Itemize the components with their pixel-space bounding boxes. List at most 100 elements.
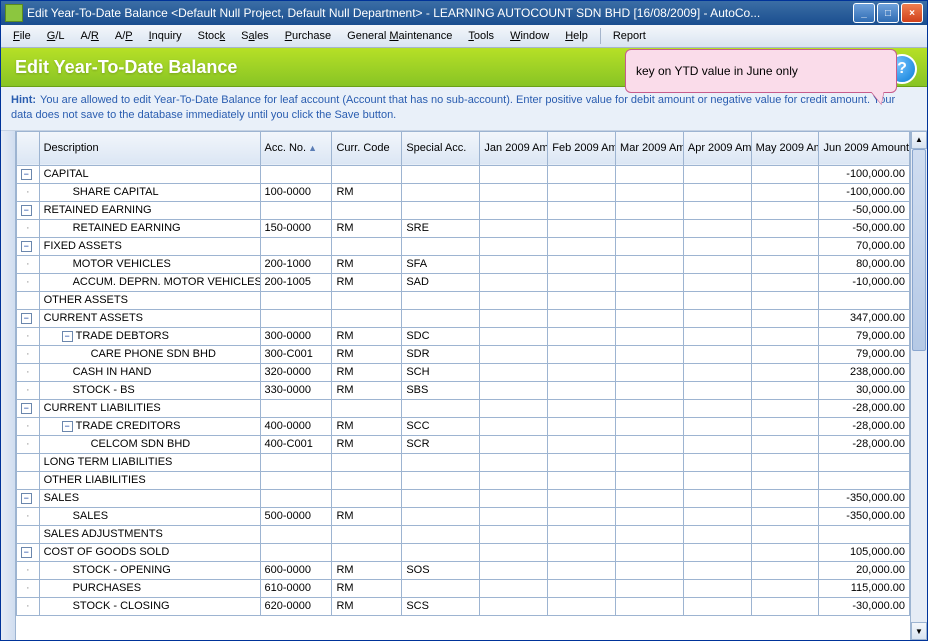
scroll-thumb[interactable] — [912, 149, 926, 351]
menu-sales[interactable]: Sales — [235, 28, 275, 44]
menu-report[interactable]: Report — [607, 28, 652, 44]
cell-amount-empty[interactable] — [683, 453, 751, 471]
col-description-header[interactable]: Description — [39, 131, 260, 165]
cell-amount-empty[interactable] — [480, 597, 548, 615]
table-row[interactable]: ·CARE PHONE SDN BHD300-C001RMSDR79,000.0… — [17, 345, 910, 363]
menu-file[interactable]: File — [7, 28, 37, 44]
cell-jun-amount[interactable] — [819, 471, 910, 489]
cell-amount-empty[interactable] — [548, 309, 616, 327]
col-tree-header[interactable] — [17, 131, 40, 165]
cell-amount-empty[interactable] — [548, 237, 616, 255]
col-jan-header[interactable]: Jan 2009 Amount — [480, 131, 548, 165]
cell-amount-empty[interactable] — [480, 399, 548, 417]
cell-amount-empty[interactable] — [548, 291, 616, 309]
cell-amount-empty[interactable] — [751, 597, 819, 615]
cell-amount-empty[interactable] — [480, 219, 548, 237]
menu-gl[interactable]: G/L — [41, 28, 71, 44]
menu-purchase[interactable]: Purchase — [279, 28, 337, 44]
collapse-icon[interactable]: − — [21, 205, 32, 216]
table-row[interactable]: ·RETAINED EARNING150-0000RMSRE-50,000.00 — [17, 219, 910, 237]
col-mar-header[interactable]: Mar 2009 Amount — [616, 131, 684, 165]
cell-amount-empty[interactable] — [751, 525, 819, 543]
cell-amount-empty[interactable] — [548, 597, 616, 615]
cell-amount-empty[interactable] — [480, 471, 548, 489]
cell-amount-empty[interactable] — [751, 201, 819, 219]
col-curr-header[interactable]: Curr. Code — [332, 131, 402, 165]
cell-jun-amount[interactable]: 115,000.00 — [819, 579, 910, 597]
col-spec-header[interactable]: Special Acc. — [402, 131, 480, 165]
cell-amount-empty[interactable] — [683, 561, 751, 579]
cell-amount-empty[interactable] — [548, 381, 616, 399]
cell-amount-empty[interactable] — [683, 507, 751, 525]
table-row[interactable]: −CAPITAL-100,000.00 — [17, 165, 910, 183]
cell-jun-amount[interactable]: 347,000.00 — [819, 309, 910, 327]
table-row[interactable]: ·SALES500-0000RM-350,000.00 — [17, 507, 910, 525]
collapse-icon[interactable]: − — [21, 241, 32, 252]
cell-amount-empty[interactable] — [548, 561, 616, 579]
cell-amount-empty[interactable] — [480, 507, 548, 525]
cell-amount-empty[interactable] — [683, 165, 751, 183]
table-row[interactable]: LONG TERM LIABILITIES — [17, 453, 910, 471]
cell-amount-empty[interactable] — [616, 273, 684, 291]
cell-jun-amount[interactable]: -28,000.00 — [819, 435, 910, 453]
cell-amount-empty[interactable] — [683, 525, 751, 543]
cell-amount-empty[interactable] — [548, 435, 616, 453]
cell-amount-empty[interactable] — [480, 273, 548, 291]
cell-amount-empty[interactable] — [751, 543, 819, 561]
table-row[interactable]: ·MOTOR VEHICLES200-1000RMSFA80,000.00 — [17, 255, 910, 273]
col-apr-header[interactable]: Apr 2009 Amount — [683, 131, 751, 165]
cell-jun-amount[interactable]: -50,000.00 — [819, 201, 910, 219]
table-row[interactable]: OTHER LIABILITIES — [17, 471, 910, 489]
cell-amount-empty[interactable] — [751, 471, 819, 489]
cell-amount-empty[interactable] — [548, 201, 616, 219]
cell-amount-empty[interactable] — [751, 273, 819, 291]
cell-amount-empty[interactable] — [616, 597, 684, 615]
cell-amount-empty[interactable] — [616, 309, 684, 327]
cell-jun-amount[interactable]: -350,000.00 — [819, 507, 910, 525]
cell-jun-amount[interactable]: 79,000.00 — [819, 327, 910, 345]
cell-amount-empty[interactable] — [480, 561, 548, 579]
cell-amount-empty[interactable] — [616, 561, 684, 579]
table-row[interactable]: −FIXED ASSETS70,000.00 — [17, 237, 910, 255]
cell-amount-empty[interactable] — [683, 291, 751, 309]
cell-amount-empty[interactable] — [683, 327, 751, 345]
cell-amount-empty[interactable] — [616, 489, 684, 507]
table-row[interactable]: SALES ADJUSTMENTS — [17, 525, 910, 543]
tree-toggle-cell[interactable]: · — [17, 417, 40, 435]
cell-amount-empty[interactable] — [616, 165, 684, 183]
cell-amount-empty[interactable] — [683, 489, 751, 507]
cell-amount-empty[interactable] — [548, 525, 616, 543]
table-row[interactable]: ·ACCUM. DEPRN. MOTOR VEHICLES200-1005RMS… — [17, 273, 910, 291]
cell-jun-amount[interactable] — [819, 291, 910, 309]
minimize-button[interactable]: _ — [853, 3, 875, 23]
cell-amount-empty[interactable] — [683, 579, 751, 597]
table-row[interactable]: −CURRENT ASSETS347,000.00 — [17, 309, 910, 327]
cell-jun-amount[interactable]: -100,000.00 — [819, 183, 910, 201]
cell-amount-empty[interactable] — [480, 579, 548, 597]
tree-toggle-cell[interactable]: − — [17, 543, 40, 561]
cell-amount-empty[interactable] — [683, 273, 751, 291]
cell-amount-empty[interactable] — [616, 435, 684, 453]
menu-tools[interactable]: Tools — [462, 28, 500, 44]
cell-amount-empty[interactable] — [751, 507, 819, 525]
cell-amount-empty[interactable] — [548, 489, 616, 507]
collapse-icon[interactable]: − — [62, 331, 73, 342]
cell-amount-empty[interactable] — [548, 579, 616, 597]
cell-amount-empty[interactable] — [683, 345, 751, 363]
cell-jun-amount[interactable]: -10,000.00 — [819, 273, 910, 291]
table-row[interactable]: −SALES-350,000.00 — [17, 489, 910, 507]
cell-jun-amount[interactable]: 80,000.00 — [819, 255, 910, 273]
scroll-track[interactable] — [911, 149, 927, 622]
cell-amount-empty[interactable] — [480, 309, 548, 327]
menu-stock[interactable]: Stock — [192, 28, 232, 44]
collapse-icon[interactable]: − — [21, 493, 32, 504]
tree-toggle-cell[interactable]: − — [17, 201, 40, 219]
col-jun-header[interactable]: Jun 2009 Amount — [819, 131, 910, 165]
cell-jun-amount[interactable] — [819, 525, 910, 543]
tree-toggle-cell[interactable]: − — [17, 399, 40, 417]
cell-amount-empty[interactable] — [480, 381, 548, 399]
cell-amount-empty[interactable] — [616, 291, 684, 309]
cell-amount-empty[interactable] — [751, 417, 819, 435]
cell-amount-empty[interactable] — [616, 543, 684, 561]
cell-amount-empty[interactable] — [751, 453, 819, 471]
